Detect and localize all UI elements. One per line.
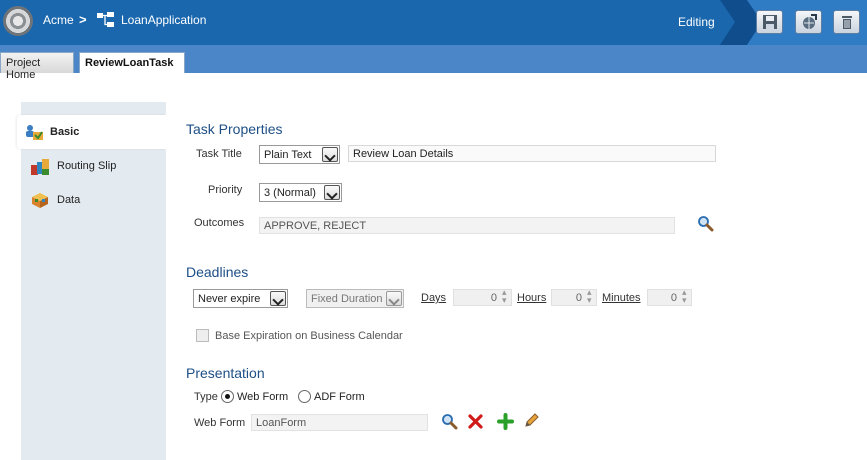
deploy-button[interactable] [795, 10, 822, 34]
add-plus-icon[interactable] [497, 413, 514, 430]
data-icon [32, 193, 48, 208]
stepper-arrows-icon[interactable] [681, 287, 691, 306]
search-icon[interactable] [697, 215, 714, 232]
hours-stepper[interactable]: 0 [551, 287, 597, 306]
web-form-label: Web Form [194, 417, 246, 429]
business-calendar-label: Base Expiration on Business Calendar [215, 330, 403, 342]
process-flow-icon [97, 12, 114, 27]
task-title-type-select[interactable]: Plain Text [259, 145, 340, 164]
edit-pencil-icon[interactable] [523, 412, 540, 429]
mode-label: Editing [678, 15, 715, 29]
business-calendar-checkbox[interactable] [196, 329, 209, 342]
adf-form-radio[interactable] [298, 390, 311, 403]
tab-bar: Project Home ReviewLoanTask [0, 45, 867, 81]
sidebar-item-label: Basic [50, 126, 80, 138]
basic-icon [26, 125, 43, 140]
priority-label: Priority [208, 184, 243, 196]
sidebar-item-label: Routing Slip [57, 160, 117, 172]
days-stepper[interactable]: 0 [453, 287, 512, 306]
app-header: Acme > LoanApplication Editing [0, 0, 867, 45]
deadlines-heading: Deadlines [186, 264, 249, 280]
web-form-field: LoanForm [251, 414, 428, 431]
minutes-value: 0 [670, 292, 677, 304]
days-label: Days [421, 292, 447, 304]
save-button[interactable] [756, 10, 783, 34]
tab-project-home[interactable]: Project Home [0, 52, 74, 81]
breadcrumb-separator: > [79, 12, 87, 27]
sidebar-item-label: Data [57, 194, 81, 206]
minutes-stepper[interactable]: 0 [647, 287, 692, 306]
app-logo-icon[interactable] [3, 6, 33, 36]
delete-button[interactable] [833, 10, 860, 34]
chevron-down-icon [270, 291, 286, 306]
select-value: Fixed Duration [311, 293, 383, 305]
type-label: Type [194, 391, 218, 403]
sidebar-item-routing-slip[interactable]: Routing Slip [21, 149, 166, 183]
task-title-input[interactable]: Review Loan Details [348, 145, 716, 162]
breadcrumb-root[interactable]: Acme [43, 13, 74, 27]
hours-value: 0 [575, 292, 582, 304]
web-form-radio-label[interactable]: Web Form [237, 391, 288, 403]
priority-select[interactable]: 3 (Normal) [259, 183, 342, 202]
tab-review-loan-task[interactable]: ReviewLoanTask [79, 52, 185, 73]
outcomes-field: APPROVE, REJECT [259, 217, 675, 234]
select-value: Plain Text [264, 149, 312, 161]
chevron-down-icon [324, 185, 340, 200]
trash-icon [842, 16, 852, 29]
search-icon[interactable] [441, 413, 458, 430]
task-properties-heading: Task Properties [186, 121, 283, 137]
stepper-arrows-icon[interactable] [501, 287, 511, 306]
deploy-globe-icon [803, 14, 817, 29]
minutes-label: Minutes [602, 292, 641, 304]
save-icon [763, 15, 777, 29]
adf-form-radio-label[interactable]: ADF Form [314, 391, 365, 403]
sidebar-item-data[interactable]: Data [21, 183, 166, 217]
routing-slip-icon [31, 159, 49, 175]
web-form-radio[interactable] [221, 390, 234, 403]
presentation-heading: Presentation [186, 365, 265, 381]
select-value: Never expire [198, 293, 261, 305]
sidebar: Basic Routing Slip Data [17, 102, 166, 460]
duration-type-select[interactable]: Fixed Duration [306, 289, 404, 308]
select-value: 3 (Normal) [264, 187, 316, 199]
expiration-select[interactable]: Never expire [193, 289, 288, 308]
days-value: 0 [490, 292, 497, 304]
chevron-down-icon [322, 147, 338, 162]
stepper-arrows-icon[interactable] [586, 287, 596, 306]
sidebar-item-basic[interactable]: Basic [17, 115, 166, 149]
task-title-label: Task Title [196, 148, 242, 160]
outcomes-label: Outcomes [194, 217, 245, 229]
breadcrumb-app[interactable]: LoanApplication [121, 13, 206, 27]
delete-x-icon[interactable] [467, 413, 484, 430]
hours-label: Hours [517, 292, 547, 304]
chevron-down-icon [386, 291, 402, 306]
